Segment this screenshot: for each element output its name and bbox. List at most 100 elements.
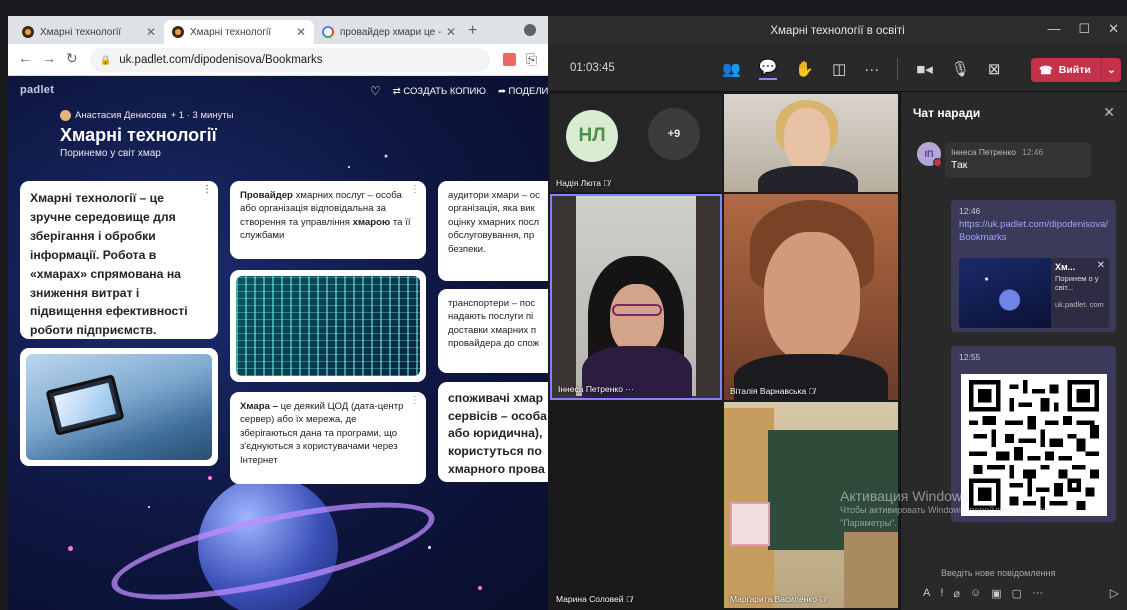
gif-icon[interactable]: ▣ bbox=[991, 587, 1001, 600]
video-grid: НЛ +9 Надія Люта 🎙̸ Іннеса Петренко ··· … bbox=[548, 92, 900, 610]
format-icon[interactable]: A bbox=[923, 587, 930, 600]
participant-name: Марина Соловей 🎙̸ bbox=[556, 594, 633, 604]
browser-tab-2[interactable]: Хмарні технології ✕ bbox=[164, 20, 314, 44]
meeting-controls: 👥 💬 ✋ ◫ ··· ■◂ 🎙 ⊠ bbox=[722, 58, 1000, 80]
star-decoration bbox=[428, 546, 431, 549]
share-button[interactable]: ➦ ПОДЕЛИТЬ bbox=[498, 86, 548, 97]
minimize-icon[interactable]: — bbox=[1047, 21, 1060, 37]
participant-name: Надія Люта 🎙̸ bbox=[556, 178, 610, 188]
participants-icon[interactable]: 👥 bbox=[722, 60, 741, 78]
more-actions-icon[interactable]: ··· bbox=[864, 61, 879, 78]
more-participants-badge[interactable]: +9 bbox=[648, 108, 700, 160]
google-favicon-icon bbox=[322, 26, 334, 38]
reactions-icon[interactable]: ✋ bbox=[795, 60, 814, 78]
remake-button[interactable]: ⇄ СОЗДАТЬ КОПИЮ bbox=[393, 86, 486, 97]
back-icon[interactable]: ← bbox=[18, 50, 32, 66]
title-bar: Хмарні технології в освіті — ☐ ✕ bbox=[548, 16, 1127, 46]
post-card-consumers[interactable]: споживачі хмар сервісів – особа або юрид… bbox=[438, 382, 548, 482]
url-field[interactable]: 🔒 uk.padlet.com/dipodenisova/Bookmarks bbox=[90, 48, 490, 72]
padlet-favicon-icon bbox=[172, 26, 184, 38]
mic-off-icon: 🎙̸ bbox=[808, 386, 815, 396]
link-preview-card[interactable]: Хм... ✕ Поринем о у світ... uk.padlet. c… bbox=[959, 258, 1109, 328]
close-tab-icon[interactable]: ✕ bbox=[146, 25, 156, 39]
camera-icon[interactable]: ■◂ bbox=[916, 60, 933, 78]
close-tab-icon[interactable]: ✕ bbox=[446, 25, 456, 39]
new-tab-icon[interactable]: + bbox=[468, 22, 477, 40]
browser-tab-1[interactable]: Хмарні технології ✕ bbox=[14, 20, 164, 44]
hang-up-icon: ☎ bbox=[1039, 64, 1053, 77]
padlet-favicon-icon bbox=[22, 26, 34, 38]
message-input[interactable]: Введіть нове повідомлення bbox=[911, 568, 1101, 584]
browser-window: Хмарні технології ✕ Хмарні технології ✕ … bbox=[8, 16, 548, 610]
tab-bar: Хмарні технології ✕ Хмарні технології ✕ … bbox=[8, 16, 548, 44]
post-card-image-data[interactable] bbox=[230, 270, 426, 382]
message-bubble[interactable]: Іннеса Петренко 12:46 Так bbox=[945, 142, 1091, 178]
participant-name: Іннеса Петренко ··· bbox=[558, 384, 634, 394]
more-options-icon[interactable]: ··· bbox=[1032, 587, 1043, 600]
post-card-provider[interactable]: ⋮ Провайдер хмарних послуг – особа або о… bbox=[230, 181, 426, 259]
important-icon[interactable]: ! bbox=[940, 587, 943, 600]
lock-icon: 🔒 bbox=[100, 54, 112, 65]
sticker-icon[interactable]: ▢ bbox=[1012, 587, 1022, 600]
close-tab-icon[interactable]: ✕ bbox=[296, 25, 306, 39]
padlet-logo[interactable]: padlet bbox=[20, 84, 54, 96]
padlet-actions: ♡ ⇄ СОЗДАТЬ КОПИЮ ➦ ПОДЕЛИТЬ bbox=[370, 84, 548, 98]
preview-image bbox=[959, 258, 1051, 328]
more-icon[interactable]: ⋮ bbox=[410, 185, 420, 195]
post-card-cloud[interactable]: ⋮ Хмара – це деякий ЦОД (дата-центр серв… bbox=[230, 392, 426, 484]
window-title: Хмарні технології в освіті bbox=[770, 25, 905, 37]
close-icon[interactable]: ✕ bbox=[1103, 104, 1115, 121]
participant-tile-video[interactable] bbox=[724, 94, 898, 192]
chat-message: ІП Іннеса Петренко 12:46 Так bbox=[917, 142, 1091, 178]
participant-tile-active-speaker[interactable]: Іннеса Петренко ··· bbox=[550, 194, 722, 400]
close-icon[interactable]: ✕ bbox=[1097, 260, 1105, 271]
page-subtitle: Поринемо у світ хмар bbox=[60, 148, 161, 159]
star-decoration bbox=[148, 506, 150, 508]
avatar bbox=[60, 110, 71, 121]
meeting-toolbar: 01:03:45 👥 💬 ✋ ◫ ··· ■◂ 🎙 ⊠ ☎ Вийти ⌄ bbox=[548, 46, 1127, 92]
mic-off-icon: 🎙̸ bbox=[819, 594, 826, 604]
board-author: Анастасия Денисова + 1 · 3 минуты bbox=[60, 110, 233, 121]
mic-off-icon: 🎙̸ bbox=[625, 594, 633, 604]
attach-icon[interactable]: ⌀ bbox=[953, 587, 960, 600]
emoji-icon[interactable]: ☺ bbox=[970, 587, 981, 600]
browser-tab-3[interactable]: провайдер хмари це - П ✕ bbox=[314, 20, 464, 44]
extension-icon[interactable] bbox=[503, 53, 516, 66]
chevron-down-icon[interactable]: ⌄ bbox=[1101, 58, 1121, 82]
chat-message-sent[interactable]: 12:46 https://uk.padlet.com/dipodenisova… bbox=[951, 200, 1116, 332]
participant-tile-audio[interactable]: Марина Соловей 🎙̸ bbox=[550, 402, 722, 608]
tab-search-icon[interactable] bbox=[524, 24, 536, 36]
heart-icon[interactable]: ♡ bbox=[370, 84, 381, 98]
forward-icon[interactable]: → bbox=[42, 50, 56, 66]
leave-button[interactable]: ☎ Вийти ⌄ bbox=[1031, 58, 1121, 82]
more-options-icon: ··· bbox=[625, 384, 634, 394]
send-icon[interactable]: ▷ bbox=[1110, 586, 1119, 600]
star-decoration bbox=[478, 586, 482, 590]
avatar: ІП bbox=[917, 142, 942, 167]
reload-icon[interactable]: ↻ bbox=[66, 50, 78, 67]
microphone-icon[interactable]: 🎙 bbox=[951, 60, 970, 78]
participant-tile-video[interactable]: Віталія Варнавська 🎙̸ bbox=[724, 194, 898, 400]
star-decoration bbox=[68, 546, 73, 551]
maximize-icon[interactable]: ☐ bbox=[1078, 21, 1090, 37]
chat-icon[interactable]: 💬 bbox=[758, 58, 778, 80]
share-screen-icon[interactable]: ⊠ bbox=[988, 60, 1001, 78]
post-card-image-tablet[interactable]: ⋮ bbox=[20, 348, 218, 466]
participant-name: Віталія Варнавська 🎙̸ bbox=[730, 386, 815, 396]
post-card-definition[interactable]: ⋮ Хмарні технології – це зручне середови… bbox=[20, 181, 218, 339]
call-timer: 01:03:45 bbox=[570, 62, 615, 74]
post-card-carriers[interactable]: транспортери – пос надають послуги пі до… bbox=[438, 289, 548, 373]
rooms-icon[interactable]: ◫ bbox=[832, 60, 846, 78]
share-icon[interactable]: ⎘ bbox=[526, 51, 537, 68]
star-decoration bbox=[208, 476, 212, 480]
more-icon[interactable]: ⋮ bbox=[202, 185, 212, 195]
divider bbox=[897, 58, 899, 80]
message-link[interactable]: https://uk.padlet.com/dipodenisova/Bookm… bbox=[959, 219, 1108, 245]
participant-tile-audio[interactable]: НЛ +9 Надія Люта 🎙̸ bbox=[550, 94, 722, 192]
participant-name: Маргарита Василенко 🎙̸ bbox=[730, 594, 826, 604]
post-card-auditors[interactable]: аудитори хмари – ос організація, яка вик… bbox=[438, 181, 548, 281]
teams-window: Хмарні технології в освіті — ☐ ✕ 01:03:4… bbox=[548, 16, 1127, 610]
more-icon[interactable]: ⋮ bbox=[410, 396, 420, 406]
close-icon[interactable]: ✕ bbox=[1108, 21, 1119, 37]
mic-off-icon: 🎙̸ bbox=[603, 178, 610, 188]
